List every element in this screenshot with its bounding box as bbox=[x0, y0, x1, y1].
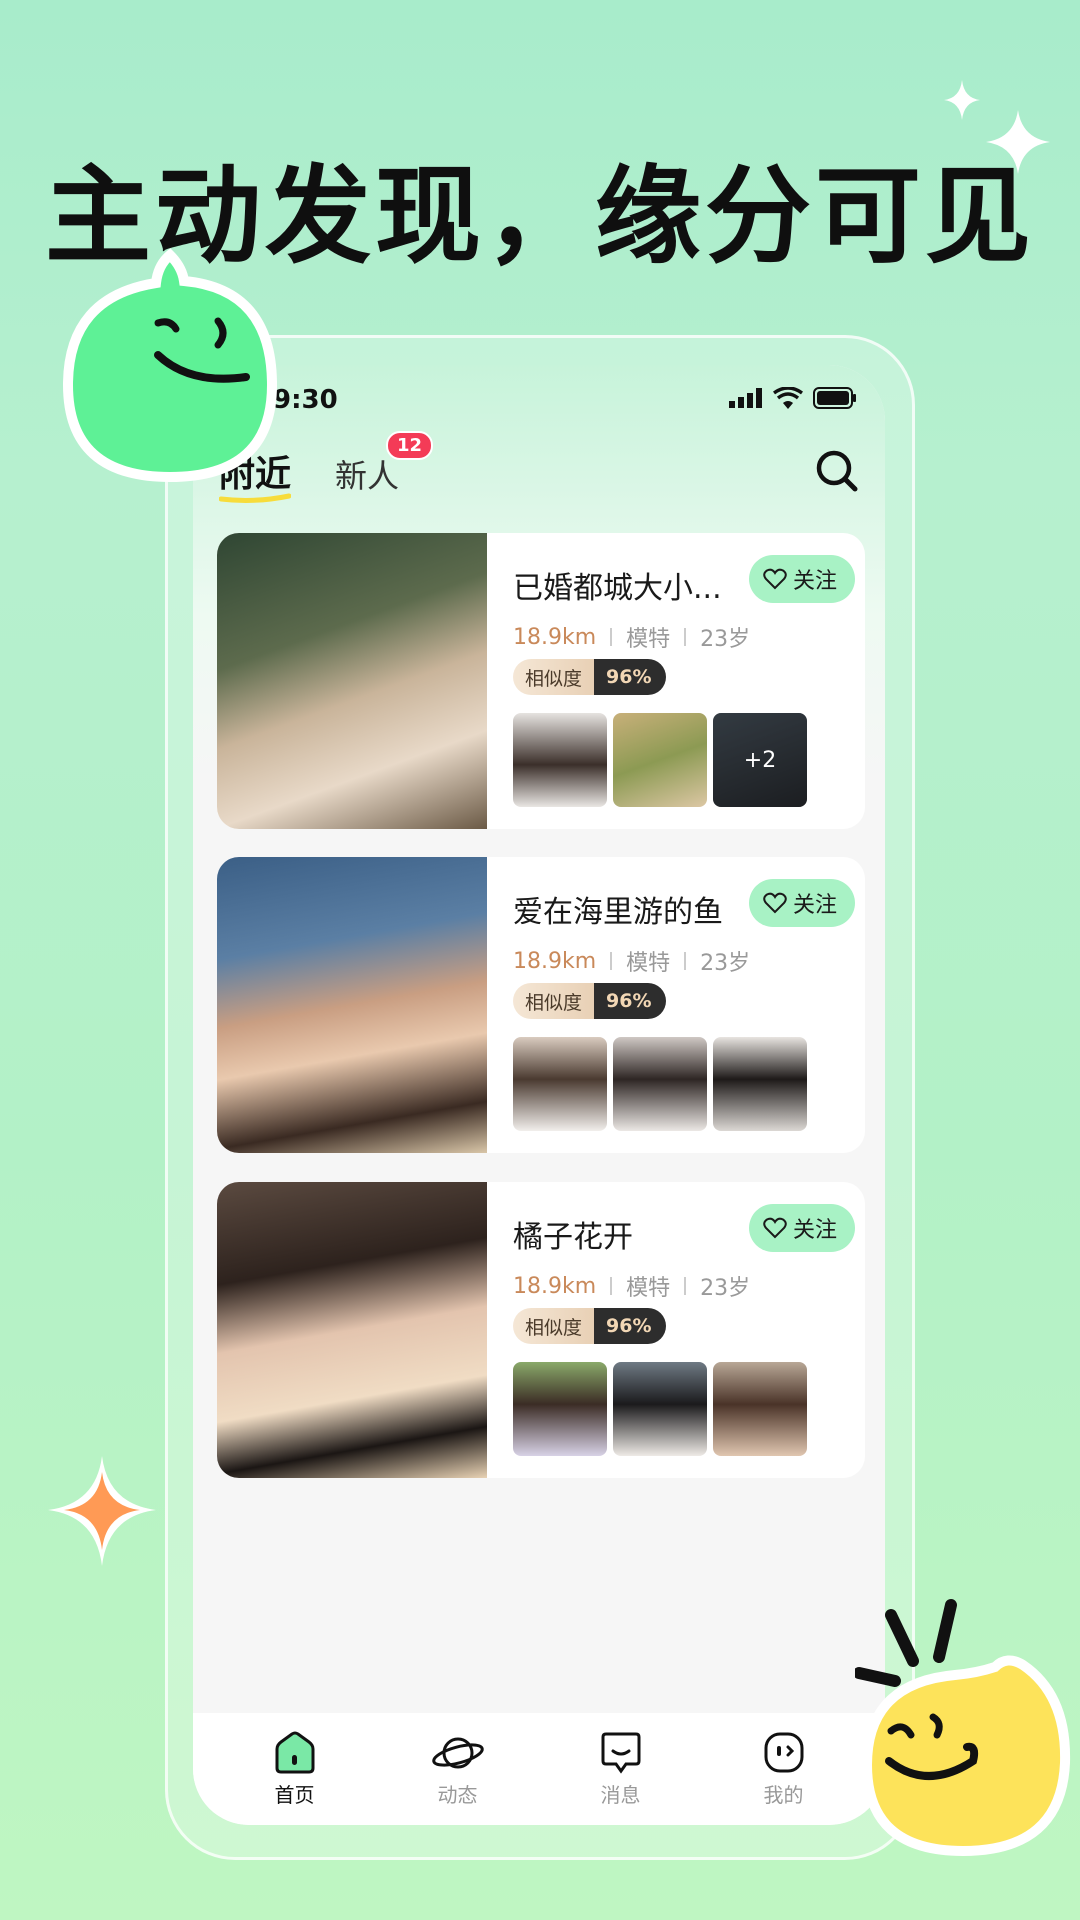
wifi-icon bbox=[773, 387, 803, 409]
message-icon bbox=[601, 1732, 640, 1774]
age: 23岁 bbox=[700, 951, 751, 976]
user-meta: 18.9km 模特 23岁 bbox=[513, 1270, 750, 1302]
thumbnail[interactable] bbox=[613, 1037, 707, 1131]
follow-label: 关注 bbox=[792, 893, 837, 918]
more-photos-count: +2 bbox=[713, 713, 807, 807]
distance: 18.9km bbox=[513, 1273, 597, 1299]
similarity-badge: 相似度 96% bbox=[513, 659, 666, 695]
follow-label: 关注 bbox=[792, 1218, 837, 1243]
nav-moments-label: 动态 bbox=[437, 1782, 478, 1807]
divider bbox=[610, 628, 613, 646]
distance: 18.9km bbox=[513, 948, 597, 974]
job: 模特 bbox=[626, 627, 671, 652]
nav-home-label: 首页 bbox=[274, 1782, 315, 1807]
distance: 18.9km bbox=[513, 624, 597, 650]
orange-sparkle-icon bbox=[48, 1456, 156, 1566]
photo-thumbnails bbox=[513, 1362, 807, 1456]
green-mascot-icon bbox=[62, 248, 278, 483]
similarity-badge: 相似度 96% bbox=[513, 983, 666, 1019]
thumbnail[interactable] bbox=[513, 1362, 607, 1456]
user-name: 爱在海里游的鱼 bbox=[513, 895, 723, 930]
divider bbox=[610, 1277, 613, 1295]
user-name: 橘子花开 bbox=[513, 1220, 633, 1255]
thumbnail[interactable] bbox=[613, 1362, 707, 1456]
sparkle-icon bbox=[944, 80, 1050, 174]
user-meta: 18.9km 模特 23岁 bbox=[513, 945, 750, 977]
similarity-value: 96% bbox=[594, 1308, 666, 1344]
profile-icon bbox=[764, 1732, 803, 1772]
tab-new-label: 新人 bbox=[335, 457, 400, 495]
thumbnail[interactable] bbox=[713, 1037, 807, 1131]
thumbnail[interactable]: +2 bbox=[713, 713, 807, 807]
heart-icon bbox=[763, 892, 787, 914]
battery-icon bbox=[813, 387, 856, 409]
divider bbox=[684, 628, 687, 646]
user-name: 已婚都城大小... bbox=[513, 571, 722, 606]
follow-button[interactable]: 关注 bbox=[748, 555, 855, 603]
age: 23岁 bbox=[700, 627, 751, 652]
nav-messages-label: 消息 bbox=[600, 1782, 641, 1807]
user-card[interactable]: 爱在海里游的鱼 关注 18.9km 模特 23岁 相似度 96% bbox=[217, 857, 865, 1153]
nav-moments[interactable]: 动态 bbox=[408, 1731, 508, 1808]
nav-profile-label: 我的 bbox=[763, 1782, 804, 1807]
divider bbox=[610, 952, 613, 970]
user-photo[interactable] bbox=[217, 857, 487, 1153]
follow-button[interactable]: 关注 bbox=[748, 879, 855, 927]
thumbnail[interactable] bbox=[513, 713, 607, 807]
thumbnail[interactable] bbox=[713, 1362, 807, 1456]
thumbnail[interactable] bbox=[513, 1037, 607, 1131]
divider bbox=[684, 1277, 687, 1295]
similarity-value: 96% bbox=[594, 659, 666, 695]
follow-label: 关注 bbox=[792, 569, 837, 594]
user-photo[interactable] bbox=[217, 1182, 487, 1478]
thumbnail[interactable] bbox=[613, 713, 707, 807]
user-meta: 18.9km 模特 23岁 bbox=[513, 621, 750, 653]
yellow-mascot-icon bbox=[855, 1599, 1071, 1857]
photo-thumbnails: +2 bbox=[513, 713, 807, 807]
tab-underline bbox=[219, 493, 292, 503]
age: 23岁 bbox=[700, 1276, 751, 1301]
similarity-label: 相似度 bbox=[513, 659, 595, 695]
tab-new[interactable]: 新人 12 bbox=[335, 431, 434, 497]
similarity-value: 96% bbox=[594, 983, 666, 1019]
bottom-navigation: 首页 动态 消息 我的 bbox=[193, 1713, 885, 1825]
similarity-label: 相似度 bbox=[513, 1308, 595, 1344]
job: 模特 bbox=[626, 1276, 671, 1301]
heart-icon bbox=[763, 1217, 787, 1239]
follow-button[interactable]: 关注 bbox=[748, 1204, 855, 1252]
photo-thumbnails bbox=[513, 1037, 807, 1131]
heart-icon bbox=[763, 568, 787, 590]
similarity-badge: 相似度 96% bbox=[513, 1308, 666, 1344]
status-icons bbox=[729, 387, 857, 409]
user-card[interactable]: 橘子花开 关注 18.9km 模特 23岁 相似度 96% bbox=[217, 1182, 865, 1478]
phone-screen: 9:30 附近 新人 12 已婚都城大小... 关注 18.9km 模特 23岁… bbox=[193, 365, 885, 1825]
nav-home[interactable]: 首页 bbox=[245, 1731, 345, 1808]
nav-profile[interactable]: 我的 bbox=[734, 1731, 834, 1808]
job: 模特 bbox=[626, 951, 671, 976]
nav-messages[interactable]: 消息 bbox=[571, 1731, 671, 1808]
new-count-badge: 12 bbox=[385, 431, 434, 460]
signal-icon bbox=[729, 388, 762, 408]
user-photo[interactable] bbox=[217, 533, 487, 829]
divider bbox=[684, 952, 687, 970]
user-card[interactable]: 已婚都城大小... 关注 18.9km 模特 23岁 相似度 96% +2 bbox=[217, 533, 865, 829]
search-icon[interactable] bbox=[813, 447, 861, 495]
planet-icon bbox=[431, 1737, 484, 1768]
similarity-label: 相似度 bbox=[513, 983, 595, 1019]
home-icon bbox=[275, 1731, 314, 1773]
